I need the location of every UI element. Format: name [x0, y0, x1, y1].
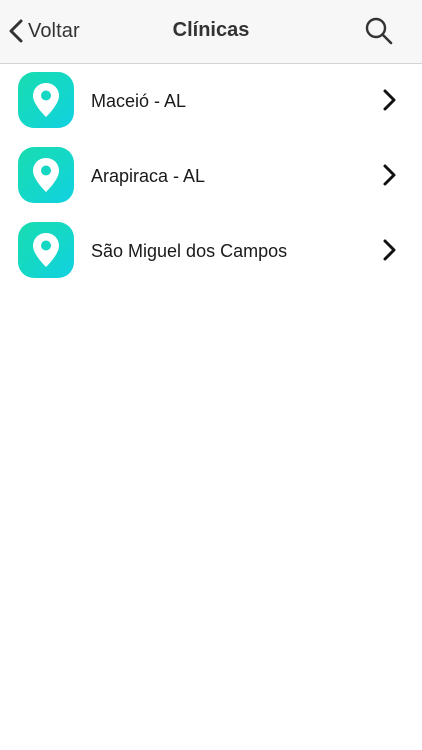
navigation-bar: Voltar Clínicas — [0, 0, 422, 64]
list-item-clinic[interactable]: Arapiraca - AL — [0, 139, 422, 214]
location-pin-icon — [18, 222, 74, 278]
clinics-screen: Voltar Clínicas Maceió - AL Arapiraca - … — [0, 0, 422, 750]
list-item-clinic[interactable]: São Miguel dos Campos — [0, 214, 422, 289]
list-item-clinic[interactable]: Maceió - AL — [0, 64, 422, 139]
location-pin-icon — [18, 147, 74, 203]
search-icon — [364, 16, 394, 46]
chevron-right-icon — [382, 88, 398, 112]
clinic-label: Arapiraca - AL — [91, 166, 206, 186]
back-button[interactable]: Voltar — [8, 14, 80, 48]
location-pin-icon — [18, 72, 74, 128]
chevron-right-icon — [382, 238, 398, 262]
chevron-left-icon — [8, 18, 24, 44]
clinic-label: São Miguel dos Campos — [91, 241, 288, 261]
back-label: Voltar — [28, 19, 80, 42]
search-button[interactable] — [364, 16, 394, 46]
clinic-label: Maceió - AL — [91, 91, 187, 111]
chevron-right-icon — [382, 163, 398, 187]
clinics-list: Maceió - AL Arapiraca - AL São Miguel do… — [0, 64, 422, 289]
